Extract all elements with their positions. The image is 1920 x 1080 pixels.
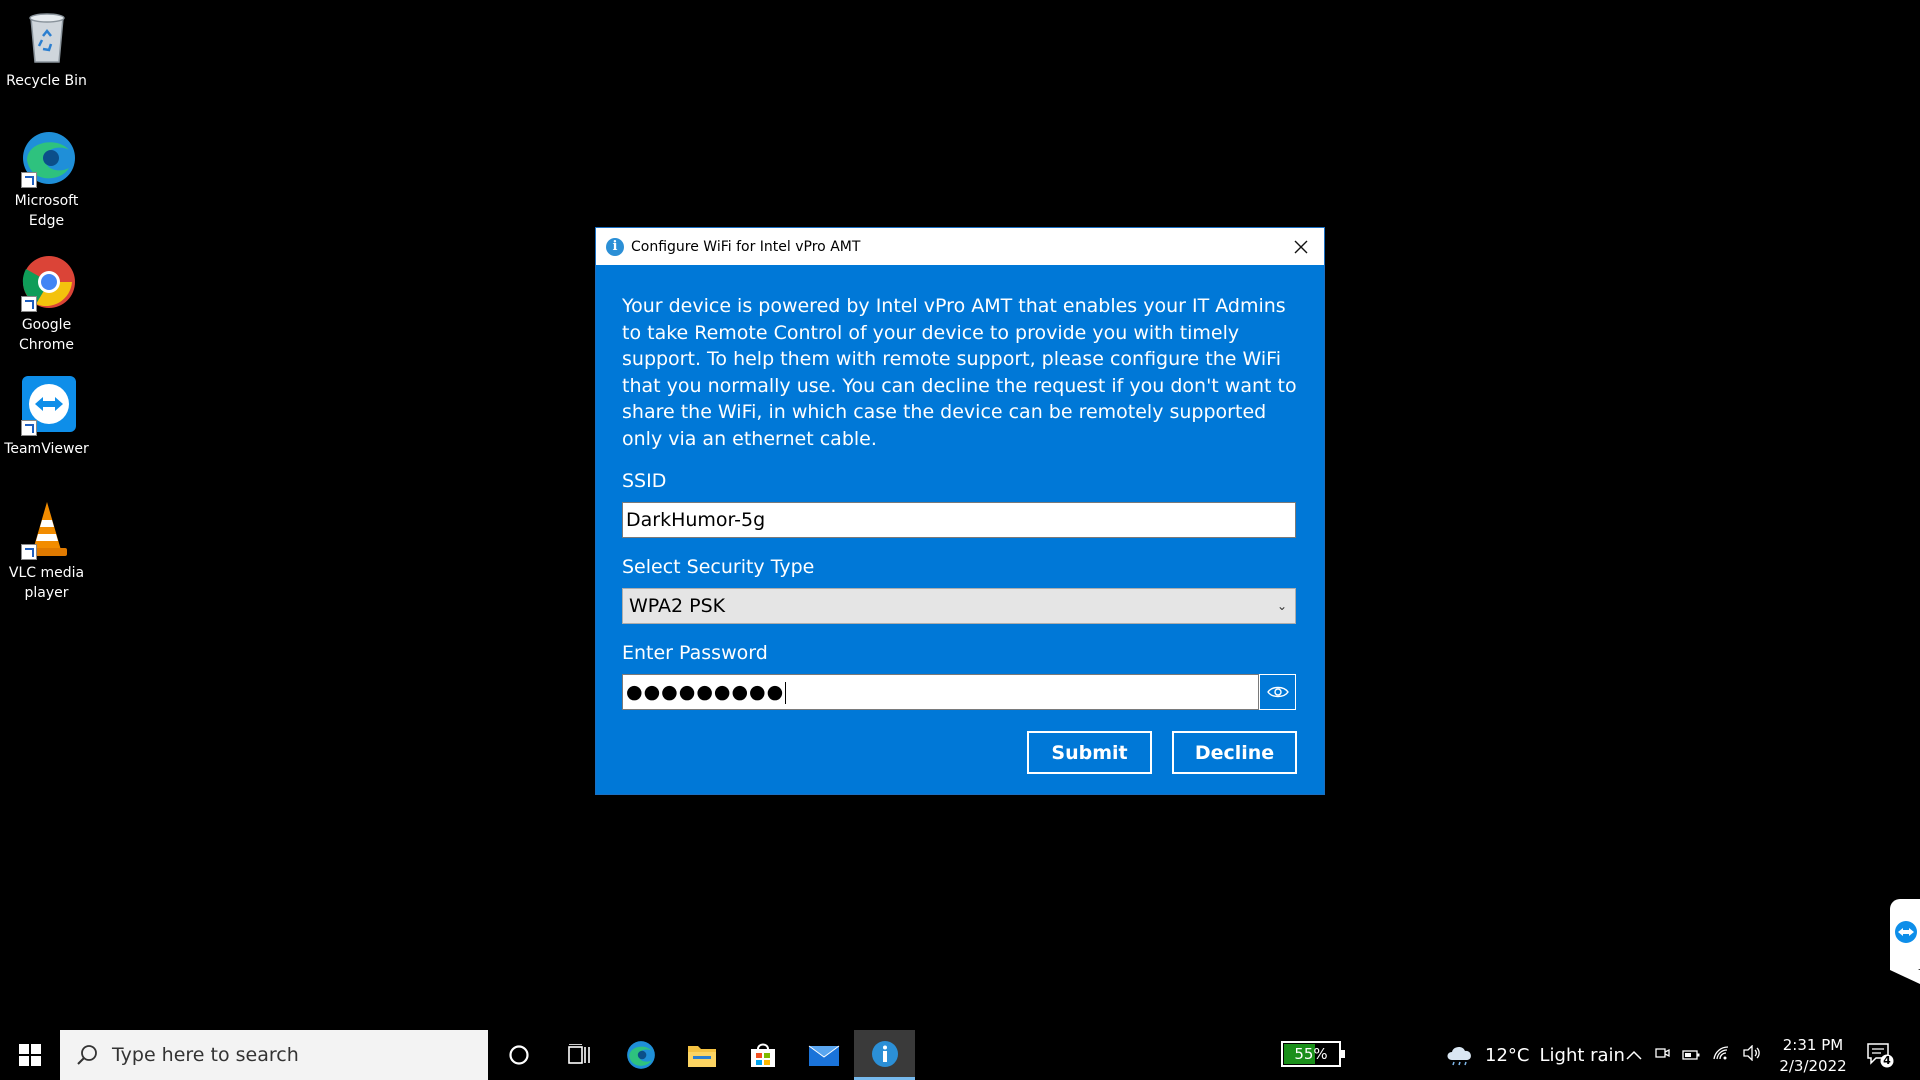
info-icon [871,1040,898,1067]
ssid-label: SSID [622,470,667,492]
password-input[interactable]: ●●●●●●●●● [622,674,1259,710]
action-center-button[interactable]: 4 [1866,1042,1894,1068]
security-type-label: Select Security Type [622,556,815,578]
submit-button[interactable]: Submit [1027,731,1152,774]
chevron-down-icon: ⌄ [1276,599,1287,613]
recycle-bin-icon [17,8,77,68]
cortana-circle-icon [508,1045,529,1065]
teamviewer-side-tab[interactable] [1890,899,1920,969]
desktop-icon-vlc-media-player[interactable]: VLC media player [0,500,93,603]
shortcut-arrow-icon [20,172,37,188]
search-icon [77,1045,97,1065]
wifi-icon [1713,1046,1729,1060]
teamviewer-icon [1895,921,1917,943]
password-label: Enter Password [622,642,768,664]
shortcut-arrow-icon [20,296,37,312]
desktop-icon-label: TeamViewer [4,441,89,457]
windows-logo-icon [19,1044,41,1066]
task-view-icon [567,1044,590,1064]
meet-now-button[interactable] [1654,1045,1670,1065]
security-type-value: WPA2 PSK [629,595,726,617]
weather-description: Light rain [1539,1044,1625,1066]
taskbar-file-explorer-button[interactable] [671,1030,732,1080]
shortcut-arrow-icon [20,544,37,560]
desktop-icon-recycle-bin[interactable]: Recycle Bin [0,8,93,91]
close-button[interactable] [1278,228,1324,265]
taskbar-search-box[interactable]: Type here to search [60,1030,488,1080]
taskbar: Type here to search 55% 12°C Light rain … [0,1030,1920,1080]
vlc-cone-icon [17,500,77,560]
taskbar-clock[interactable]: 2:31 PM 2/3/2022 [1770,1035,1856,1077]
battery-indicator: 55% [1281,1041,1345,1067]
clock-date: 2/3/2022 [1779,1057,1847,1075]
battery-percent: 55% [1294,1045,1328,1063]
desktop-icon-label: Recycle Bin [6,73,87,89]
desktop-icon-label: Microsoft Edge [14,193,79,229]
desktop-icon-label: Google Chrome [19,317,74,353]
notification-count-badge: 4 [1883,1054,1891,1067]
close-icon [1294,240,1308,253]
speaker-icon [1743,1044,1760,1062]
desktop-icon-label: VLC media player [8,565,85,601]
teamviewer-icon [17,376,77,436]
chrome-icon [17,252,77,312]
dialog-titlebar[interactable]: i Configure WiFi for Intel vPro AMT [596,228,1324,265]
taskbar-edge-button[interactable] [610,1030,671,1080]
show-password-button[interactable] [1259,674,1296,710]
search-placeholder: Type here to search [112,1044,299,1066]
task-view-button[interactable] [549,1030,610,1080]
volume-button[interactable] [1742,1044,1762,1065]
info-icon: i [606,237,624,256]
weather-widget[interactable]: 12°C Light rain [1445,1030,1625,1080]
mail-icon [808,1045,839,1066]
battery-tray-button[interactable] [1682,1046,1700,1065]
system-tray [1626,1030,1762,1080]
password-mask: ●●●●●●●●● [626,681,785,703]
chevron-up-icon [1626,1050,1642,1060]
shortcut-arrow-icon [20,420,37,436]
battery-icon [1682,1049,1700,1060]
eye-icon [1266,686,1289,698]
start-button[interactable] [0,1030,60,1080]
cloud-rain-icon [1447,1046,1471,1066]
security-type-select[interactable]: WPA2 PSK ⌄ [622,588,1296,624]
edge-icon [17,128,77,188]
clock-time: 2:31 PM [1782,1036,1844,1054]
text-caret [785,681,787,704]
cortana-button[interactable] [488,1030,549,1080]
taskbar-intel-amt-info-button[interactable] [854,1030,915,1080]
ssid-input[interactable]: DarkHumor-5g [622,502,1296,538]
show-hidden-icons-button[interactable] [1626,1046,1642,1065]
decline-button[interactable]: Decline [1172,731,1297,774]
taskbar-store-button[interactable] [732,1030,793,1080]
network-button[interactable] [1712,1045,1730,1065]
taskbar-mail-button[interactable] [793,1030,854,1080]
configure-wifi-dialog: i Configure WiFi for Intel vPro AMT Your… [596,228,1324,794]
desktop-icon-microsoft-edge[interactable]: Microsoft Edge [0,128,93,231]
dialog-title: Configure WiFi for Intel vPro AMT [631,238,861,255]
edge-icon [626,1041,655,1069]
weather-temperature: 12°C [1485,1044,1530,1066]
webcam-icon [1655,1048,1670,1058]
desktop-icon-google-chrome[interactable]: Google Chrome [0,252,93,355]
store-icon [750,1043,775,1067]
desktop-icon-teamviewer[interactable]: TeamViewer [0,376,93,459]
dialog-description: Your device is powered by Intel vPro AMT… [622,295,1297,450]
folder-icon [687,1046,716,1067]
